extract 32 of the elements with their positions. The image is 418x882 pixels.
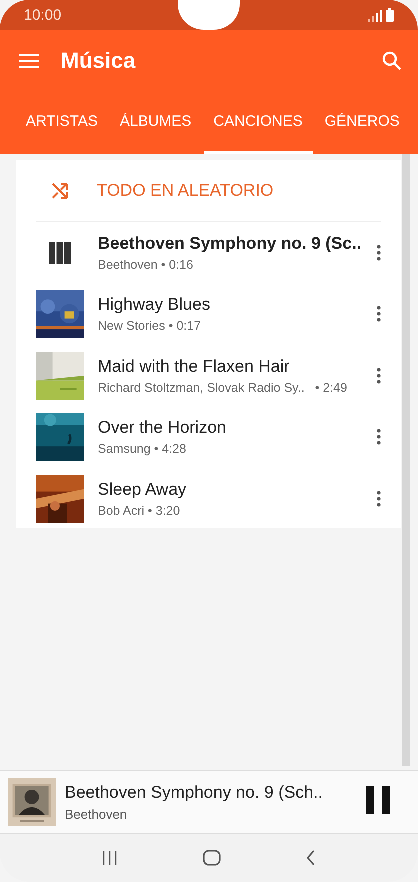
shuffle-icon[interactable] bbox=[51, 182, 69, 200]
now-playing-artist: Beethoven bbox=[65, 806, 128, 822]
song-title[interactable]: Beethoven Symphony no. 9 (Sc.. bbox=[98, 234, 369, 254]
song-title[interactable]: Maid with the Flaxen Hair bbox=[98, 356, 369, 377]
song-subtitle: Samsung • 4:28 bbox=[98, 442, 188, 456]
song-subtitle: Richard Stoltzman, Slovak Radio Sy.. • 2:49 bbox=[98, 380, 348, 395]
equalizer-icon bbox=[49, 242, 71, 264]
song-title[interactable]: Sleep Away bbox=[98, 480, 369, 500]
battery-icon bbox=[386, 8, 394, 22]
signal-icon bbox=[368, 10, 382, 22]
now-playing-title: Beethoven Symphony no. 9 (Sch.. bbox=[65, 782, 324, 802]
song-title[interactable]: Over the Horizon bbox=[98, 418, 369, 438]
more-options-icon[interactable] bbox=[377, 429, 381, 446]
more-options-icon[interactable] bbox=[377, 490, 381, 507]
search-icon[interactable] bbox=[382, 51, 402, 71]
song-subtitle: Bob Acri • 3:20 bbox=[98, 504, 182, 518]
back-icon[interactable] bbox=[306, 850, 316, 866]
app-title: Música bbox=[61, 48, 136, 74]
more-options-icon[interactable] bbox=[377, 306, 381, 322]
more-options-icon[interactable] bbox=[377, 244, 381, 261]
mini-player[interactable]: Beethoven Symphony no. 9 (Sch.. Beethoven bbox=[0, 770, 418, 834]
more-options-icon[interactable] bbox=[377, 368, 381, 384]
scrollbar[interactable] bbox=[402, 154, 410, 766]
status-time: 10:00 bbox=[24, 6, 62, 24]
song-subtitle: Beethoven • 0:16 bbox=[98, 258, 194, 272]
home-icon[interactable] bbox=[202, 850, 221, 866]
song-subtitle: New Stories • 0:17 bbox=[98, 319, 202, 334]
song-title[interactable]: Highway Blues bbox=[98, 295, 369, 316]
recent-apps-icon[interactable] bbox=[102, 851, 118, 865]
menu-icon[interactable] bbox=[19, 53, 39, 69]
pause-icon[interactable] bbox=[366, 786, 390, 814]
camera-notch bbox=[178, 0, 240, 30]
